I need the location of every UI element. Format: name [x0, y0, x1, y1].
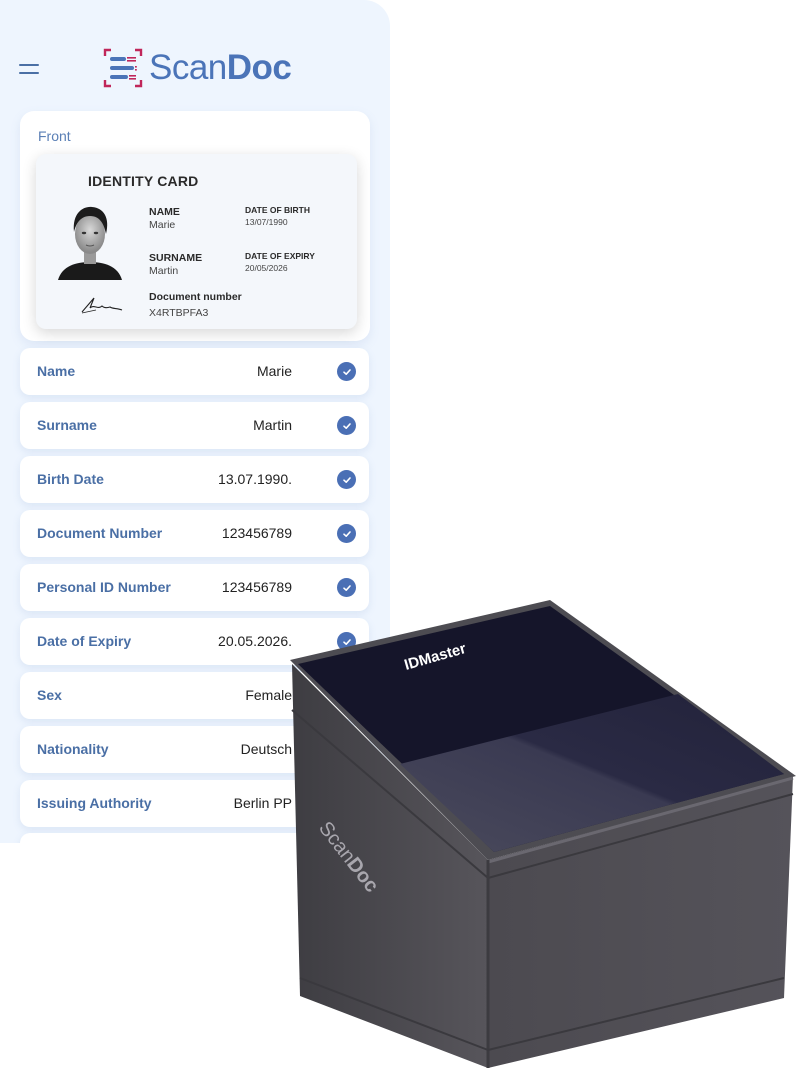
id-surname-value: Martin [149, 265, 179, 277]
front-label: Front [38, 128, 71, 144]
field-label: Surname [37, 417, 97, 433]
id-card-title: IDENTITY CARD [88, 173, 199, 189]
field-row[interactable]: Document Number 123456789 [20, 510, 369, 557]
id-expiry-label: DATE OF EXPIRY [245, 251, 315, 261]
field-value: 123456789 [221, 579, 292, 595]
field-value: 13.07.1990. [218, 471, 292, 487]
field-label: Personal ID Number [37, 579, 171, 595]
id-docnum-label: Document number [149, 291, 242, 303]
field-label: Name [37, 363, 76, 379]
field-label: Date of Expiry [37, 633, 132, 649]
field-label: Document Number [37, 525, 163, 541]
signature-image [81, 297, 123, 314]
field-value: Berlin PP [233, 795, 292, 811]
front-side-card: Front IDENTITY CARD NAME Marie DATE OF B… [20, 111, 370, 341]
id-dob-label: DATE OF BIRTH [245, 205, 311, 215]
id-name-value: Marie [149, 219, 176, 231]
scan-document-icon [103, 48, 143, 88]
scandoc-logo: ScanDoc [103, 48, 292, 88]
id-name-label: NAME [149, 206, 180, 218]
field-row[interactable]: Surname Martin [20, 402, 369, 449]
field-value: 20.05.2026. [218, 633, 292, 649]
hamburger-menu-icon[interactable] [19, 64, 39, 76]
portrait-photo [58, 206, 122, 280]
verified-check-icon [337, 470, 356, 489]
field-row[interactable]: Name Marie [20, 348, 369, 395]
id-docnum-value: X4RTBPFA3 [149, 307, 209, 319]
verified-check-icon [337, 416, 356, 435]
verified-check-icon [337, 524, 356, 543]
verified-check-icon [337, 578, 356, 597]
field-label: Sex [37, 687, 62, 703]
field-value: Martin [253, 417, 292, 433]
field-value: 123456789 [221, 525, 292, 541]
field-row[interactable]: Birth Date 13.07.1990. [20, 456, 369, 503]
verified-check-icon [337, 362, 356, 381]
field-value: Marie [256, 363, 292, 379]
id-expiry-value: 20/05/2026 [245, 263, 288, 273]
field-label: Nationality [37, 741, 109, 757]
app-header: ScanDoc [0, 40, 390, 100]
idmaster-scanner-device: IDMaster ScanDoc [290, 600, 796, 1068]
id-surname-label: SURNAME [149, 252, 203, 264]
field-value: Deutsch [240, 741, 292, 757]
field-label: Birth Date [37, 471, 104, 487]
field-label: Issuing Authority [37, 795, 152, 811]
id-dob-value: 13/07/1990 [245, 217, 288, 227]
identity-card-preview[interactable]: IDENTITY CARD NAME Marie DATE OF BIRTH 1… [36, 154, 357, 329]
field-value: Female [245, 687, 292, 703]
logo-text: ScanDoc [149, 48, 292, 87]
